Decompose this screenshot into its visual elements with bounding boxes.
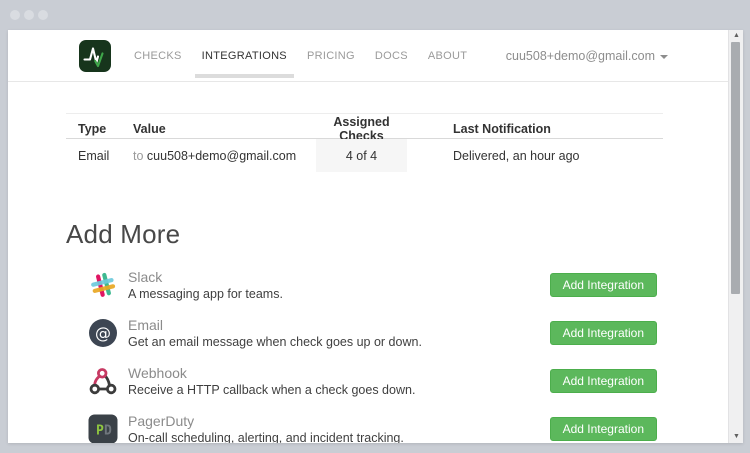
add-more-heading: Add More [66, 219, 743, 250]
add-integration-button-email[interactable]: Add Integration [550, 321, 657, 345]
integrations-table: Type Value Assigned Checks Last Notifica… [66, 113, 663, 172]
nav-item-docs[interactable]: DOCS [375, 50, 408, 62]
add-integration-button-pagerduty[interactable]: Add Integration [550, 417, 657, 441]
window-control-dot [38, 10, 48, 20]
integration-text: PagerDuty On-call scheduling, alerting, … [128, 413, 404, 443]
add-integration-button-webhook[interactable]: Add Integration [550, 369, 657, 393]
nav-items: CHECKS INTEGRATIONS PRICING DOCS ABOUT [134, 50, 467, 62]
integration-list: Slack A messaging app for teams. Add Int… [66, 261, 663, 443]
healthchecks-logo-icon[interactable] [78, 39, 112, 73]
table-row: Email to cuu508+demo@gmail.com 4 of 4 De… [66, 139, 663, 172]
email-icon: @ [88, 318, 118, 348]
cell-last-notification: Delivered, an hour ago [407, 149, 663, 163]
integration-name: Slack [128, 269, 283, 285]
svg-text:@: @ [95, 324, 111, 343]
svg-text:D: D [104, 424, 112, 439]
list-item-pagerduty: P D PagerDuty On-call scheduling, alerti… [66, 405, 663, 443]
nav-item-checks[interactable]: CHECKS [134, 50, 182, 62]
webhook-icon [88, 366, 118, 396]
add-integration-button-slack[interactable]: Add Integration [550, 273, 657, 297]
integration-description: Receive a HTTP callback when a check goe… [128, 383, 415, 397]
chevron-down-icon [660, 55, 668, 59]
integration-name: Email [128, 317, 422, 333]
nav-item-about[interactable]: ABOUT [428, 50, 467, 62]
cell-type: Email [66, 149, 133, 163]
integration-text: Email Get an email message when check go… [128, 317, 422, 349]
account-email: cuu508+demo@gmail.com [506, 49, 655, 63]
scrollbar-up-arrow-icon[interactable]: ▲ [729, 30, 743, 42]
navbar: CHECKS INTEGRATIONS PRICING DOCS ABOUT c… [8, 30, 743, 82]
integration-name: Webhook [128, 365, 415, 381]
list-item-slack: Slack A messaging app for teams. Add Int… [66, 261, 663, 309]
nav-item-integrations[interactable]: INTEGRATIONS [202, 50, 287, 62]
scrollbar[interactable]: ▲ ▼ [728, 30, 743, 443]
integration-text: Slack A messaging app for teams. [128, 269, 283, 301]
column-header-last-notification: Last Notification [407, 121, 663, 136]
nav-item-pricing[interactable]: PRICING [307, 50, 355, 62]
browser-titlebar [0, 0, 750, 30]
pagerduty-icon: P D [88, 414, 118, 443]
list-item-webhook: Webhook Receive a HTTP callback when a c… [66, 357, 663, 405]
column-header-value: Value [133, 121, 316, 136]
value-email: cuu508+demo@gmail.com [147, 149, 296, 163]
browser-viewport: CHECKS INTEGRATIONS PRICING DOCS ABOUT c… [8, 30, 743, 443]
scrollbar-down-arrow-icon[interactable]: ▼ [729, 431, 743, 443]
column-header-type: Type [66, 121, 133, 136]
integration-text: Webhook Receive a HTTP callback when a c… [128, 365, 415, 397]
integration-description: Get an email message when check goes up … [128, 335, 422, 349]
cell-value: to cuu508+demo@gmail.com [133, 149, 316, 163]
integration-description: A messaging app for teams. [128, 287, 283, 301]
main-content: Type Value Assigned Checks Last Notifica… [8, 113, 743, 443]
integration-description: On-call scheduling, alerting, and incide… [128, 431, 404, 443]
window-control-dot [24, 10, 34, 20]
account-dropdown[interactable]: cuu508+demo@gmail.com [506, 49, 668, 63]
value-prefix: to [133, 149, 143, 163]
svg-text:P: P [96, 424, 104, 439]
slack-icon [88, 270, 118, 300]
window-control-dot [10, 10, 20, 20]
integration-name: PagerDuty [128, 413, 404, 429]
scrollbar-thumb[interactable] [731, 42, 740, 294]
list-item-email: @ Email Get an email message when check … [66, 309, 663, 357]
table-header-row: Type Value Assigned Checks Last Notifica… [66, 113, 663, 139]
cell-assigned-checks: 4 of 4 [316, 139, 407, 172]
